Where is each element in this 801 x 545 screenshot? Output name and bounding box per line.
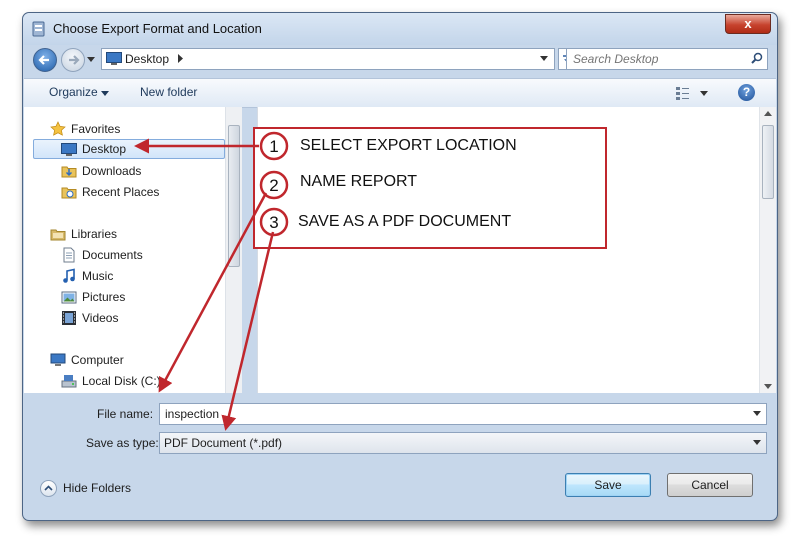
file-name-input[interactable] (163, 405, 737, 423)
save-type-label: Save as type: (86, 436, 159, 450)
step-3-badge: 3 (259, 207, 289, 237)
downloads-folder-icon (61, 166, 77, 178)
nav-item-videos[interactable]: Videos (24, 308, 224, 328)
desktop-icon (61, 143, 77, 156)
scroll-down-icon[interactable] (764, 384, 772, 389)
save-type-select[interactable]: PDF Document (*.pdf) (159, 432, 767, 454)
export-dialog: Choose Export Format and Location x Desk… (22, 12, 778, 521)
step-3-number: 3 (269, 213, 278, 232)
nav-scrollbar-thumb[interactable] (228, 125, 240, 267)
star-icon (50, 121, 66, 136)
breadcrumb-chevron-icon[interactable] (178, 54, 184, 63)
step-2-badge: 2 (259, 170, 289, 200)
disk-icon (61, 375, 77, 388)
pictures-icon (61, 291, 77, 304)
window-title: Choose Export Format and Location (53, 21, 262, 36)
search-icon[interactable] (751, 52, 763, 64)
organize-label: Organize (49, 85, 98, 99)
nav-item-pictures[interactable]: Pictures (24, 287, 224, 307)
close-button[interactable]: x (725, 14, 771, 34)
nav-label: Documents (82, 248, 143, 262)
nav-item-local-disk[interactable]: Local Disk (C:) (24, 371, 224, 391)
save-type-value: PDF Document (*.pdf) (164, 436, 283, 450)
back-arrow-icon (38, 55, 49, 65)
recent-pages-dropdown-icon[interactable] (87, 55, 95, 63)
close-icon: x (744, 16, 752, 31)
music-icon (63, 268, 75, 283)
app-icon (32, 21, 45, 37)
address-bar[interactable]: Desktop (101, 48, 555, 70)
collapse-icon (40, 480, 57, 497)
file-name-label: File name: (97, 407, 154, 421)
nav-scrollbar[interactable] (225, 107, 242, 393)
nav-item-desktop[interactable]: Desktop (33, 139, 225, 159)
step-1-badge: 1 (259, 131, 289, 161)
hide-folders-label: Hide Folders (63, 481, 132, 495)
nav-label: Videos (82, 311, 119, 325)
address-row: Desktop (23, 46, 777, 74)
nav-item-documents[interactable]: Documents (24, 245, 224, 265)
cancel-button[interactable]: Cancel (667, 473, 753, 497)
forward-button[interactable] (61, 48, 85, 72)
back-button[interactable] (33, 48, 57, 72)
address-dropdown-icon[interactable] (540, 56, 548, 61)
title-bar: Choose Export Format and Location x (23, 13, 777, 45)
save-type-dropdown-icon[interactable] (753, 440, 761, 445)
forward-arrow-icon (69, 55, 80, 65)
videos-icon (62, 311, 76, 325)
command-toolbar: Organize New folder ? (24, 78, 776, 108)
nav-label: Favorites (71, 122, 121, 136)
desktop-icon (106, 52, 122, 65)
views-icon (676, 87, 708, 100)
new-folder-button[interactable]: New folder (140, 85, 197, 99)
nav-item-favorites[interactable]: Favorites (24, 119, 224, 139)
nav-label: Pictures (82, 290, 126, 304)
file-list-scrollbar-thumb[interactable] (762, 125, 774, 199)
file-name-dropdown-icon[interactable] (753, 411, 761, 416)
step-2-number: 2 (269, 176, 278, 195)
search-box[interactable] (566, 48, 768, 70)
nav-label: Music (82, 269, 114, 283)
organize-dropdown-icon (101, 91, 110, 96)
documents-icon (63, 247, 75, 263)
step-2-text: NAME REPORT (300, 173, 418, 190)
recent-places-icon (61, 187, 77, 199)
nav-item-music[interactable]: Music (24, 266, 224, 286)
file-list-scrollbar[interactable] (759, 107, 776, 393)
change-view-button[interactable] (675, 85, 711, 101)
save-button[interactable]: Save (565, 473, 651, 497)
scroll-up-icon[interactable] (764, 111, 772, 116)
step-1-text: SELECT EXPORT LOCATION (300, 137, 517, 154)
nav-label: Downloads (82, 164, 142, 178)
navigation-pane: Favorites Desktop Downloads Recent Place… (24, 107, 242, 393)
libraries-icon (50, 229, 66, 241)
computer-icon (50, 353, 66, 366)
step-1-number: 1 (269, 137, 278, 156)
organize-button[interactable]: Organize (49, 85, 110, 99)
file-name-field[interactable] (159, 403, 767, 425)
step-3-text: SAVE AS A PDF DOCUMENT (298, 213, 512, 230)
nav-label: Libraries (71, 227, 118, 241)
search-input[interactable] (571, 50, 745, 68)
nav-label: Local Disk (C:) (82, 374, 161, 388)
nav-item-downloads[interactable]: Downloads (24, 161, 224, 181)
nav-item-computer[interactable]: Computer (24, 350, 224, 370)
help-button[interactable]: ? (738, 84, 755, 101)
address-location: Desktop (125, 52, 170, 66)
nav-item-recent-places[interactable]: Recent Places (24, 182, 224, 202)
nav-label: Recent Places (82, 185, 160, 199)
nav-label: Desktop (82, 142, 127, 156)
nav-label: Computer (71, 353, 124, 367)
nav-item-libraries[interactable]: Libraries (24, 224, 224, 244)
